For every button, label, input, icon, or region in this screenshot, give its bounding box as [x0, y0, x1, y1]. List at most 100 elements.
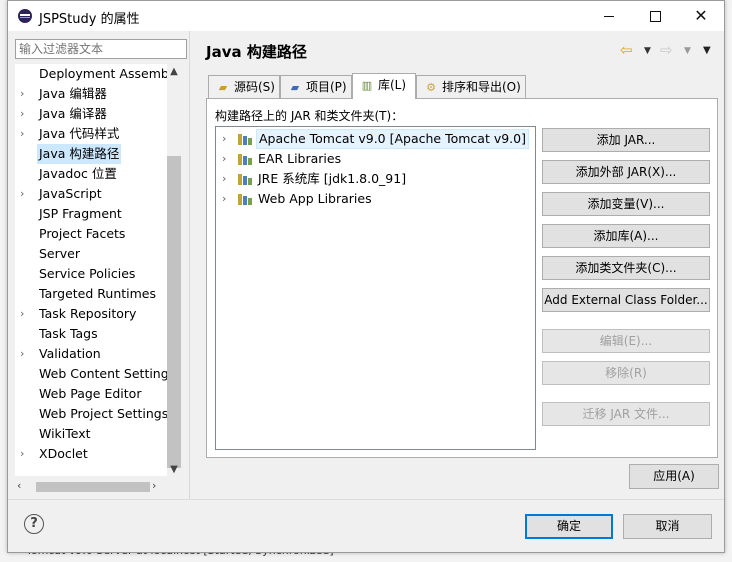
nav-item-label: Web Page Editor — [39, 386, 142, 401]
nav-item[interactable]: JSP Fragment — [15, 204, 175, 224]
forward-dropdown-icon[interactable]: ▼ — [684, 46, 691, 56]
back-arrow-icon[interactable]: ⇦ — [620, 41, 633, 59]
library-entry-label: Web App Libraries — [258, 191, 372, 206]
source-folder-icon: ▰ — [218, 81, 228, 94]
page-title: Java 构建路径 — [206, 43, 307, 61]
scroll-right-icon[interactable]: › — [152, 479, 156, 492]
add-external-jar-button[interactable]: 添加外部 JAR(X)... — [542, 160, 710, 184]
expand-chevron-icon[interactable]: › — [20, 124, 32, 144]
add-class-folder-button[interactable]: 添加类文件夹(C)... — [542, 256, 710, 280]
nav-item[interactable]: Server — [15, 244, 175, 264]
cancel-button[interactable]: 取消 — [623, 514, 712, 539]
edit-button[interactable]: 编辑(E)... — [542, 329, 710, 353]
nav-item-label: JSP Fragment — [39, 206, 122, 221]
view-menu-icon[interactable]: ▼ — [703, 45, 711, 56]
nav-item-label: Service Policies — [39, 266, 136, 281]
library-entry-label: JRE 系统库 [jdk1.8.0_91] — [258, 171, 407, 186]
remove-button[interactable]: 移除(R) — [542, 361, 710, 385]
window-title: JSPStudy 的属性 — [39, 12, 140, 27]
expand-chevron-icon[interactable]: › — [222, 129, 226, 149]
expand-chevron-icon[interactable]: › — [222, 169, 226, 189]
order-export-icon: ⚙ — [426, 81, 436, 94]
forward-arrow-icon[interactable]: ⇨ — [660, 41, 673, 59]
nav-horizontal-scroll-thumb[interactable] — [36, 482, 150, 492]
expand-chevron-icon[interactable]: › — [20, 184, 32, 204]
nav-item[interactable]: Web Page Editor — [15, 384, 175, 404]
tab-label: 库(L) — [378, 78, 407, 92]
nav-item-label: Task Repository — [39, 306, 137, 321]
expand-chevron-icon[interactable]: › — [222, 189, 226, 209]
nav-item[interactable]: › Task Repository — [15, 304, 175, 324]
nav-item-label: XDoclet — [39, 446, 88, 461]
help-icon[interactable]: ? — [24, 514, 44, 534]
expand-chevron-icon[interactable]: › — [20, 104, 32, 124]
expand-chevron-icon[interactable]: › — [222, 149, 226, 169]
nav-item[interactable]: Web Project Settings — [15, 404, 175, 424]
filter-input[interactable] — [15, 39, 187, 59]
nav-item[interactable]: › Java 代码样式 — [15, 124, 175, 144]
expand-chevron-icon[interactable]: › — [20, 84, 32, 104]
tab-label: 排序和导出(O) — [442, 80, 521, 94]
tab-label: 源码(S) — [234, 80, 275, 94]
tab-projects[interactable]: ▰ 项目(P) — [280, 75, 352, 98]
library-entry[interactable]: › Apache Tomcat v9.0 [Apache Tomcat v9.0] — [216, 129, 531, 149]
nav-item[interactable]: Targeted Runtimes — [15, 284, 175, 304]
scroll-down-icon[interactable]: ▼ — [167, 464, 181, 475]
add-external-class-folder-button[interactable]: Add External Class Folder... — [542, 288, 710, 312]
minimize-button[interactable] — [586, 1, 632, 31]
add-variable-button[interactable]: 添加变量(V)... — [542, 192, 710, 216]
nav-item-label: Java 编辑器 — [39, 86, 107, 101]
properties-dialog: JSPStudy 的属性 ✕ Deployment Assembly›Java … — [7, 0, 725, 553]
library-container-icon — [238, 194, 254, 205]
nav-item[interactable]: › Java 编译器 — [15, 104, 175, 124]
nav-item[interactable]: › JavaScript — [15, 184, 175, 204]
library-entry[interactable]: › EAR Libraries — [216, 149, 531, 169]
build-path-library-tree[interactable]: › Apache Tomcat v9.0 [Apache Tomcat v9.0]… — [215, 126, 536, 450]
footer-separator — [8, 499, 724, 500]
nav-item-label: Deployment Assembly — [39, 66, 180, 81]
migrate-jar-button[interactable]: 迁移 JAR 文件... — [542, 402, 710, 426]
back-dropdown-icon[interactable]: ▼ — [644, 46, 651, 56]
pane-divider[interactable] — [189, 31, 190, 499]
scroll-left-icon[interactable]: ‹ — [17, 479, 21, 492]
expand-chevron-icon[interactable]: › — [20, 304, 32, 324]
nav-item[interactable]: Project Facets — [15, 224, 175, 244]
nav-vertical-scroll-thumb[interactable] — [167, 156, 181, 468]
library-entry[interactable]: › Web App Libraries — [216, 189, 531, 209]
ok-button[interactable]: 确定 — [525, 514, 613, 539]
library-entry[interactable]: › JRE 系统库 [jdk1.8.0_91] — [216, 169, 531, 189]
nav-item[interactable]: Web Content Settings — [15, 364, 175, 384]
nav-item[interactable]: Deployment Assembly — [15, 64, 180, 84]
library-entry-label: EAR Libraries — [258, 151, 342, 166]
nav-item[interactable]: Task Tags — [15, 324, 175, 344]
minimize-icon — [604, 16, 614, 17]
nav-item[interactable]: Service Policies — [15, 264, 175, 284]
apply-button[interactable]: 应用(A) — [629, 464, 719, 489]
nav-item-label: Server — [39, 246, 80, 261]
close-button[interactable]: ✕ — [678, 1, 724, 31]
nav-item[interactable]: › Validation — [15, 344, 175, 364]
nav-item[interactable]: Java 构建路径 — [15, 144, 175, 164]
eclipse-app-icon — [18, 9, 32, 23]
expand-chevron-icon[interactable]: › — [20, 444, 32, 464]
tab-order-export[interactable]: ⚙ 排序和导出(O) — [416, 75, 526, 98]
nav-item-label: Targeted Runtimes — [39, 286, 156, 301]
tab-source[interactable]: ▰ 源码(S) — [208, 75, 280, 98]
nav-item[interactable]: › Java 编辑器 — [15, 84, 175, 104]
expand-chevron-icon[interactable]: › — [20, 344, 32, 364]
add-jar-button[interactable]: 添加 JAR... — [542, 128, 710, 152]
library-entry-label: Apache Tomcat v9.0 [Apache Tomcat v9.0] — [256, 129, 529, 149]
properties-nav-tree: Deployment Assembly › Java 编辑器 › Java 编译器 › Ja… — [15, 64, 181, 476]
scroll-up-icon[interactable]: ▲ — [167, 66, 181, 77]
library-icon: ▥ — [361, 79, 373, 92]
nav-item[interactable]: Javadoc 位置 — [15, 164, 175, 184]
library-container-icon — [238, 154, 254, 165]
tab-libraries[interactable]: ▥ 库(L) — [352, 73, 416, 99]
library-container-icon — [238, 134, 254, 145]
nav-item[interactable]: › XDoclet — [15, 444, 175, 464]
maximize-button[interactable] — [632, 1, 678, 31]
nav-item[interactable]: WikiText — [15, 424, 175, 444]
add-library-button[interactable]: 添加库(A)... — [542, 224, 710, 248]
tab-label: 项目(P) — [306, 80, 347, 94]
nav-item-label: Web Project Settings — [39, 406, 169, 421]
